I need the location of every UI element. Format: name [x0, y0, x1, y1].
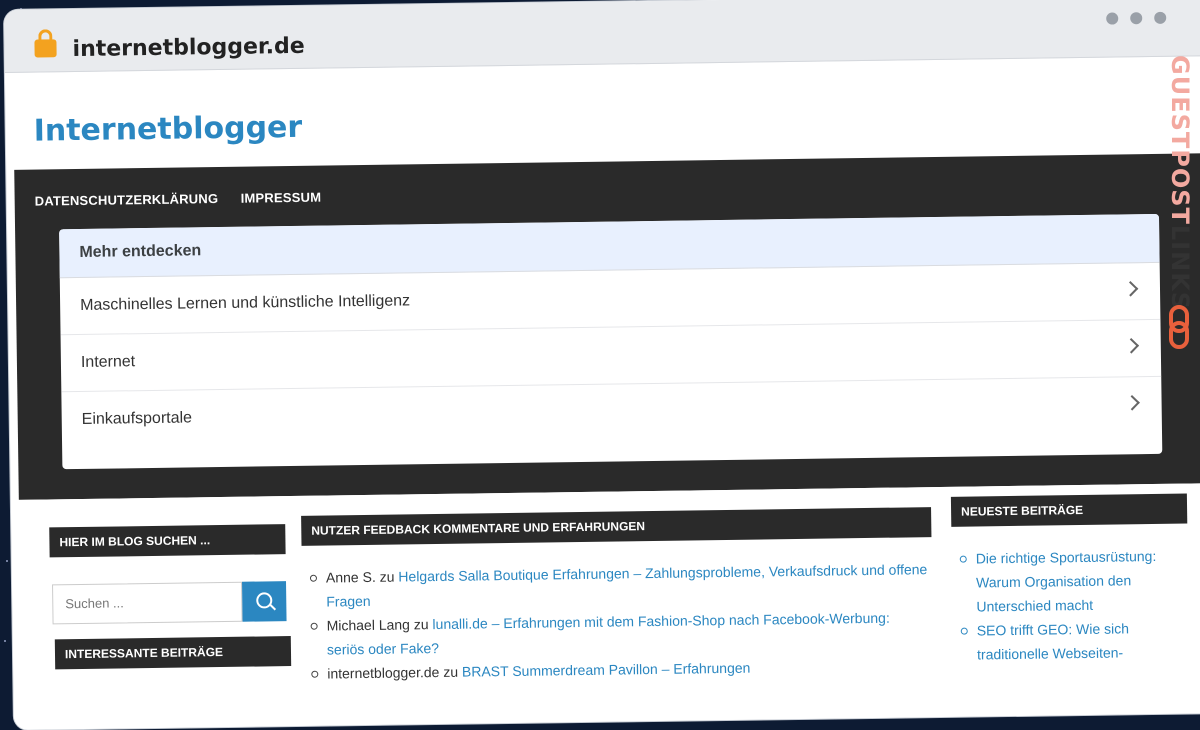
comment-author: Anne S. — [325, 568, 376, 586]
feedback-widget-title: NUTZER FEEDBACK KOMMENTARE UND ERFAHRUNG… — [301, 507, 932, 546]
brand-guest: GUESTPOST — [1166, 55, 1194, 225]
discover-item-label: Internet — [80, 353, 136, 371]
comment-author: Michael Lang — [326, 616, 411, 634]
chevron-right-icon — [1122, 281, 1139, 297]
nav-item-impressum[interactable]: IMPRESSUM — [241, 190, 322, 206]
lock-icon — [34, 39, 57, 58]
list-item: Michael Lang zu lunalli.de – Erfahrungen… — [308, 605, 929, 662]
window-dot-icon[interactable] — [1130, 12, 1143, 25]
discover-panel: Mehr entdecken Maschinelles Lernen und k… — [59, 213, 1163, 470]
chevron-right-icon — [1124, 395, 1140, 411]
comment-connector: zu — [443, 663, 459, 680]
brand-links: LINKS — [1166, 224, 1194, 311]
comment-connector: zu — [413, 616, 429, 633]
comment-connector: zu — [379, 568, 395, 585]
site-title[interactable]: Internetblogger — [33, 110, 302, 149]
window-controls — [1106, 11, 1167, 25]
recent-posts-title: NEUESTE BEITRÄGE — [950, 493, 1188, 527]
search-button[interactable] — [242, 581, 287, 622]
list-item: Anne S. zu Helgards Salla Boutique Erfah… — [308, 557, 929, 614]
brand-text: GUESTPOSTLINKS — [1166, 55, 1194, 310]
link-chain-icon — [1169, 305, 1189, 349]
comment-post-link[interactable]: Helgards Salla Boutique Erfahrungen – Za… — [326, 561, 927, 609]
browser-window: internetblogger.de Internetblogger DATEN… — [4, 0, 1200, 730]
recent-posts-list: Die richtige Sportausrüstung: Warum Orga… — [958, 544, 1180, 667]
main-navigation: DATENSCHUTZERKLÄRUNG IMPRESSUM Mehr entd… — [14, 153, 1200, 500]
recent-post-link[interactable]: Die richtige Sportausrüstung: Warum Orga… — [958, 544, 1179, 619]
nav-item-datenschutz[interactable]: DATENSCHUTZERKLÄRUNG — [35, 191, 219, 209]
browser-toolbar: internetblogger.de — [4, 0, 1200, 73]
interesting-posts-title: INTERESSANTE BEITRÄGE — [54, 636, 292, 670]
comment-list: Anne S. zu Helgards Salla Boutique Erfah… — [308, 557, 930, 686]
chevron-right-icon — [1123, 338, 1140, 354]
search-icon — [256, 592, 273, 609]
window-dot-icon[interactable] — [1106, 12, 1119, 25]
discover-item-label: Maschinelles Lernen und künstliche Intel… — [80, 292, 411, 314]
comment-author: internetblogger.de — [327, 663, 440, 682]
address-bar[interactable]: internetblogger.de — [72, 34, 304, 62]
window-dot-icon[interactable] — [1154, 11, 1167, 24]
discover-item-label: Einkaufsportale — [81, 409, 193, 428]
comment-post-link[interactable]: lunalli.de – Erfahrungen mit dem Fashion… — [327, 610, 890, 658]
search-widget-title: HIER IM BLOG SUCHEN ... — [49, 524, 286, 558]
recent-post-link[interactable]: SEO trifft GEO: Wie sich traditionelle W… — [959, 616, 1180, 667]
search-input[interactable]: Suchen ... — [52, 581, 243, 625]
guestpostlinks-watermark: GUESTPOSTLINKS — [1158, 55, 1198, 355]
main-content: HIER IM BLOG SUCHEN ... Suchen ... INTER… — [10, 483, 1200, 730]
